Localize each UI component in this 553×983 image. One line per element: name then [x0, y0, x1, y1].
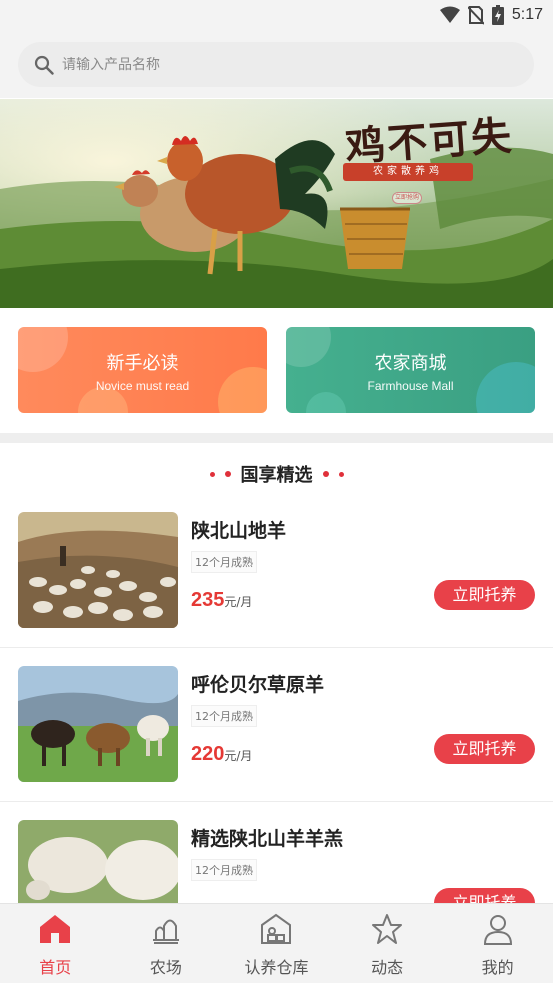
adopt-now-button[interactable]: 立即托养 — [434, 734, 535, 764]
product-tag: 12个月成熟 — [191, 859, 257, 881]
card-title: 新手必读 — [106, 353, 179, 374]
tab-label: 农场 — [149, 958, 182, 977]
adopt-now-button[interactable]: 立即托养 — [434, 580, 535, 610]
decor-dot — [322, 471, 329, 477]
product-name: 呼伦贝尔草原羊 — [191, 674, 325, 696]
price-value: 220 — [191, 743, 225, 765]
no-sim-icon — [467, 6, 484, 25]
tab-label: 动态 — [371, 958, 404, 977]
home-icon — [40, 915, 71, 943]
star-icon — [372, 914, 403, 944]
banner-subtitle: 农家散养鸡 — [343, 163, 473, 181]
search-bar — [0, 32, 553, 98]
product-name: 陕北山地羊 — [191, 520, 287, 542]
status-bar: 5:17 — [0, 0, 553, 32]
tab-label: 我的 — [481, 958, 514, 977]
status-time: 5:17 — [511, 6, 543, 23]
product-price: 235元/月 — [191, 589, 252, 612]
tab-label: 认养仓库 — [244, 958, 309, 977]
search-icon — [34, 55, 54, 75]
product-name: 精选陕北山羊羊羔 — [191, 828, 344, 850]
product-item[interactable]: 呼伦贝尔草原羊 12个月成熟 220元/月 立即托养 — [0, 648, 553, 802]
card-decoration — [306, 392, 346, 413]
price-unit: 元/月 — [224, 749, 253, 763]
quick-entry-cards: 新手必读 Novice must read 农家商城 Farmhouse Mal… — [0, 309, 553, 433]
banner-tag: 立即抢购 — [392, 192, 422, 204]
farmhouse-mall-card[interactable]: 农家商城 Farmhouse Mall — [286, 327, 535, 413]
product-item[interactable]: 陕北山地羊 12个月成熟 235元/月 立即托养 — [0, 494, 553, 648]
wifi-icon — [439, 6, 460, 23]
tab-mine[interactable]: 我的 — [442, 904, 553, 983]
tab-home[interactable]: 首页 — [0, 904, 111, 983]
card-subtitle: Novice must read — [95, 379, 190, 393]
product-image — [18, 666, 178, 782]
price-unit: 元/月 — [224, 595, 253, 609]
farm-icon — [152, 919, 179, 944]
decor-dot — [209, 471, 215, 477]
user-icon — [483, 915, 512, 945]
novice-guide-card[interactable]: 新手必读 Novice must read — [18, 327, 267, 413]
card-subtitle: Farmhouse Mall — [367, 379, 454, 393]
battery-icon — [491, 5, 504, 25]
price-value: 235 — [191, 589, 225, 611]
tab-news[interactable]: 动态 — [332, 904, 443, 983]
bottom-tab-bar: 首页 农场 认养仓库 动态 我的 — [0, 903, 553, 983]
warehouse-icon — [261, 913, 292, 944]
card-title: 农家商城 — [374, 353, 447, 374]
product-tag: 12个月成熟 — [191, 705, 257, 727]
tab-label: 首页 — [39, 958, 72, 977]
decor-dot — [224, 471, 231, 477]
section-title: 国享精选 — [240, 465, 313, 486]
promo-banner[interactable]: 鸡不可失 农家散养鸡 立即抢购 — [0, 99, 553, 308]
section-divider — [0, 433, 553, 443]
tab-warehouse[interactable]: 认养仓库 — [221, 904, 332, 983]
product-price: 220元/月 — [191, 743, 252, 766]
search-box[interactable] — [18, 42, 534, 87]
search-input[interactable] — [62, 56, 482, 73]
decor-dot — [338, 471, 344, 477]
section-header: 国享精选 — [0, 456, 553, 492]
product-tag: 12个月成熟 — [191, 551, 257, 573]
tab-farm[interactable]: 农场 — [111, 904, 222, 983]
app-screen: 5:17 请输入产品名称 鸡不可失 农家散养鸡 立即抢购 新手必读 Novice… — [0, 0, 553, 983]
status-icons: 5:17 — [439, 5, 543, 25]
product-image — [18, 512, 178, 628]
